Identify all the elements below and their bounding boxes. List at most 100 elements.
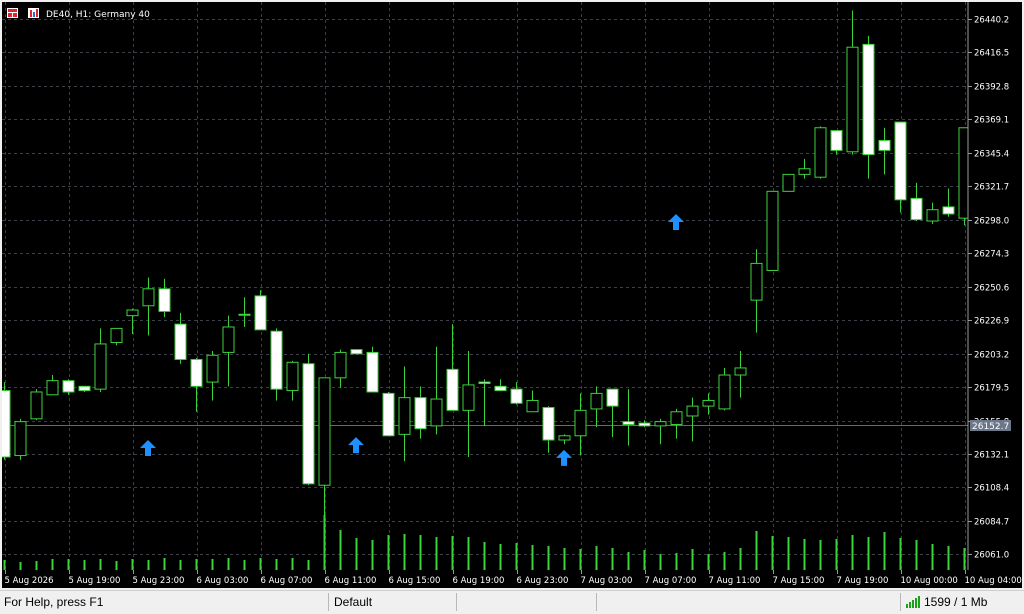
y-tick-label: 26345.4 [974, 150, 1009, 160]
y-tick-label: 26321.7 [974, 183, 1009, 193]
candle-body [318, 377, 331, 486]
x-tick-label: 10 Aug 00:00 [901, 576, 958, 586]
candle-body [670, 411, 683, 425]
candle [110, 327, 123, 346]
candle-body [62, 380, 75, 393]
candle-body [542, 407, 555, 441]
x-tick-label: 5 Aug 23:00 [133, 576, 185, 586]
chart-type-icon[interactable] [28, 8, 39, 18]
status-help-text: For Help, press F1 [4, 595, 104, 609]
candle-body [750, 262, 763, 301]
candle-body [286, 361, 299, 392]
candle-body [510, 388, 523, 404]
x-tick-label: 7 Aug 19:00 [837, 576, 889, 586]
current-price-label: 26152.7 [972, 422, 1009, 432]
candle-body [766, 190, 779, 271]
current-price-tag: 26152.7 [970, 420, 1011, 432]
status-profile[interactable]: Default [334, 591, 372, 613]
x-tick-label: 6 Aug 15:00 [389, 576, 441, 586]
y-tick-label: 26108.4 [974, 484, 1009, 494]
candle-body [702, 399, 715, 407]
candle-body [558, 435, 571, 441]
chart-window[interactable]: 26440.2 26416.5 26392.8 26369.1 26345.4 26321… [0, 0, 1024, 590]
candle-body [894, 121, 907, 201]
candle-body [686, 405, 699, 417]
x-tick-label: 5 Aug 19:00 [69, 576, 121, 586]
y-tick-label: 26392.8 [974, 83, 1009, 93]
candle-body [878, 139, 891, 151]
y-tick-label: 26061.0 [974, 551, 1009, 561]
candle-body [174, 323, 187, 360]
candle-body [638, 422, 651, 427]
x-tick-label: 7 Aug 11:00 [709, 576, 761, 586]
candle [270, 328, 283, 401]
candle [382, 391, 395, 437]
candle-body [206, 354, 219, 383]
candle-body [414, 397, 427, 430]
candle-body [190, 358, 203, 387]
candle-body [142, 288, 155, 307]
candle-body [574, 409, 587, 437]
status-separator [596, 593, 597, 611]
candle-body [238, 313, 251, 316]
status-separator [900, 593, 901, 611]
candle-body [718, 374, 731, 410]
candle [366, 346, 379, 393]
candle-body [30, 391, 43, 420]
candle-body [926, 209, 939, 222]
x-tick-label: 7 Aug 03:00 [581, 576, 633, 586]
x-tick-label: 10 Aug 04:00 [965, 576, 1022, 586]
candle [302, 353, 315, 486]
chart-menu-icon[interactable] [7, 8, 18, 18]
candle-body [526, 399, 539, 413]
y-tick-label: 26298.0 [974, 217, 1009, 227]
chart-title: DE40, H1: Germany 40 [46, 10, 150, 20]
candle-body [910, 197, 923, 221]
candle-body [654, 421, 667, 427]
candle-body [446, 368, 459, 411]
candle-body [494, 385, 507, 392]
candle-body [622, 421, 635, 425]
candle [894, 121, 907, 213]
candle-body [814, 127, 827, 178]
status-connection[interactable]: 1599 / 1 Mb [906, 591, 987, 613]
y-tick-label: 26274.3 [974, 250, 1009, 260]
status-separator [456, 593, 457, 611]
candle-body [158, 288, 171, 312]
candle-body [334, 351, 347, 379]
candle [14, 418, 27, 460]
price-chart[interactable]: 26440.2 26416.5 26392.8 26369.1 26345.4 26321… [2, 2, 1022, 588]
candle-body [590, 392, 603, 410]
candle-body [366, 351, 379, 393]
candle-body [734, 367, 747, 376]
candle-body [126, 309, 139, 317]
status-traffic: 1599 / 1 Mb [924, 595, 988, 609]
candle [30, 389, 43, 421]
candle-body [254, 295, 267, 331]
candle [814, 126, 827, 179]
y-tick-label: 26132.1 [974, 451, 1009, 461]
x-tick-label: 7 Aug 15:00 [773, 576, 825, 586]
candle-body [798, 168, 811, 175]
candle-body [46, 380, 59, 396]
candle-body [14, 421, 27, 457]
candle-body [2, 390, 11, 458]
candle-body [430, 398, 443, 427]
candle [62, 379, 75, 395]
y-tick-label: 26440.2 [974, 16, 1009, 26]
candle-body [830, 130, 843, 151]
candle [2, 382, 11, 460]
x-tick-label: 5 Aug 2026 [5, 576, 54, 586]
candle-body [782, 173, 795, 192]
y-tick-label: 26416.5 [974, 49, 1009, 59]
x-tick-label: 6 Aug 07:00 [261, 576, 313, 586]
candle-body [302, 363, 315, 485]
candle-body [462, 384, 475, 411]
candle [766, 190, 779, 271]
candle [350, 349, 363, 355]
candle-body [478, 381, 491, 384]
y-tick-label: 26179.5 [974, 384, 1009, 394]
candle-body [606, 388, 619, 407]
status-bar: For Help, press F1 Default 1599 / 1 Mb [0, 590, 1024, 614]
y-tick-label: 26226.9 [974, 317, 1009, 327]
